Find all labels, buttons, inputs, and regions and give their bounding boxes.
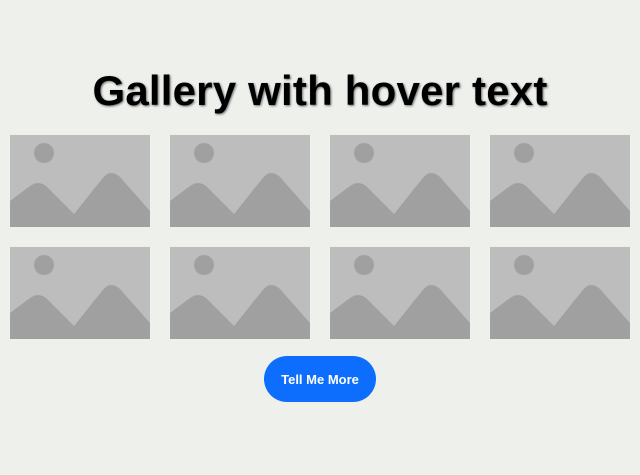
gallery-item[interactable] bbox=[330, 135, 470, 227]
gallery-grid bbox=[10, 135, 630, 339]
image-placeholder-icon bbox=[10, 135, 150, 227]
gallery-item[interactable] bbox=[170, 135, 310, 227]
image-placeholder-icon bbox=[170, 247, 310, 339]
gallery-item[interactable] bbox=[10, 247, 150, 339]
gallery-item[interactable] bbox=[490, 135, 630, 227]
image-placeholder-icon bbox=[170, 135, 310, 227]
image-placeholder-icon bbox=[490, 135, 630, 227]
image-placeholder-icon bbox=[10, 247, 150, 339]
tell-me-more-button[interactable]: Tell Me More bbox=[264, 356, 376, 402]
gallery-item[interactable] bbox=[170, 247, 310, 339]
gallery-item[interactable] bbox=[490, 247, 630, 339]
image-placeholder-icon bbox=[330, 247, 470, 339]
page-title: Gallery with hover text bbox=[92, 67, 548, 114]
image-placeholder-icon bbox=[330, 135, 470, 227]
image-placeholder-icon bbox=[490, 247, 630, 339]
gallery-item[interactable] bbox=[330, 247, 470, 339]
gallery-item[interactable] bbox=[10, 135, 150, 227]
